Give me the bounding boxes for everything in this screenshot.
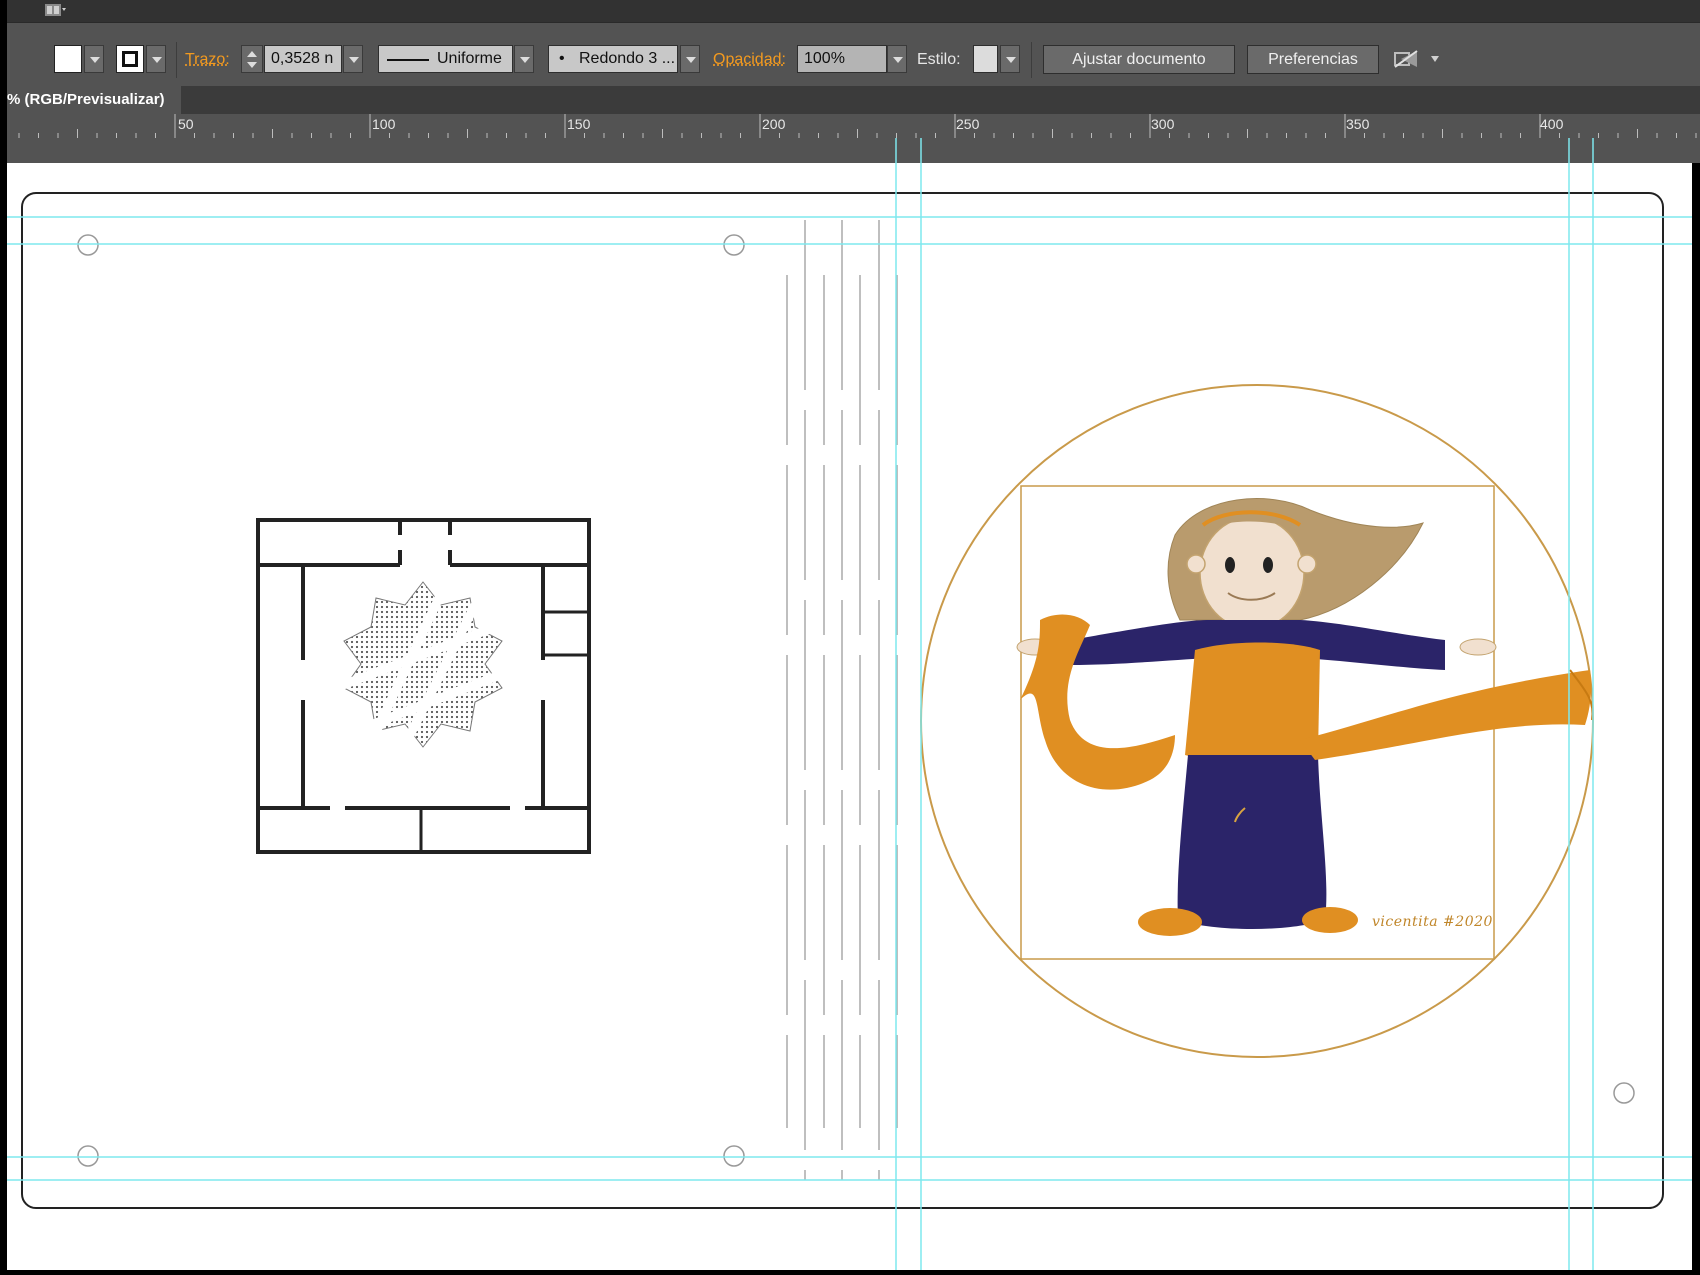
signature-text: vicentita #2020 [1372,914,1493,930]
registration-mark [77,234,99,256]
registration-mark [1613,1082,1635,1104]
registration-mark [723,1145,745,1167]
star-pattern[interactable] [328,581,503,748]
registration-mark [77,1145,99,1167]
fold-lines [786,220,898,1180]
character-illustration[interactable] [920,384,1594,1058]
artwork-layer[interactable] [0,0,1700,1275]
illustrator-window: Trazo: 0,3528 n Uniforme • Redondo 3 ...… [0,0,1700,1275]
registration-mark [723,234,745,256]
